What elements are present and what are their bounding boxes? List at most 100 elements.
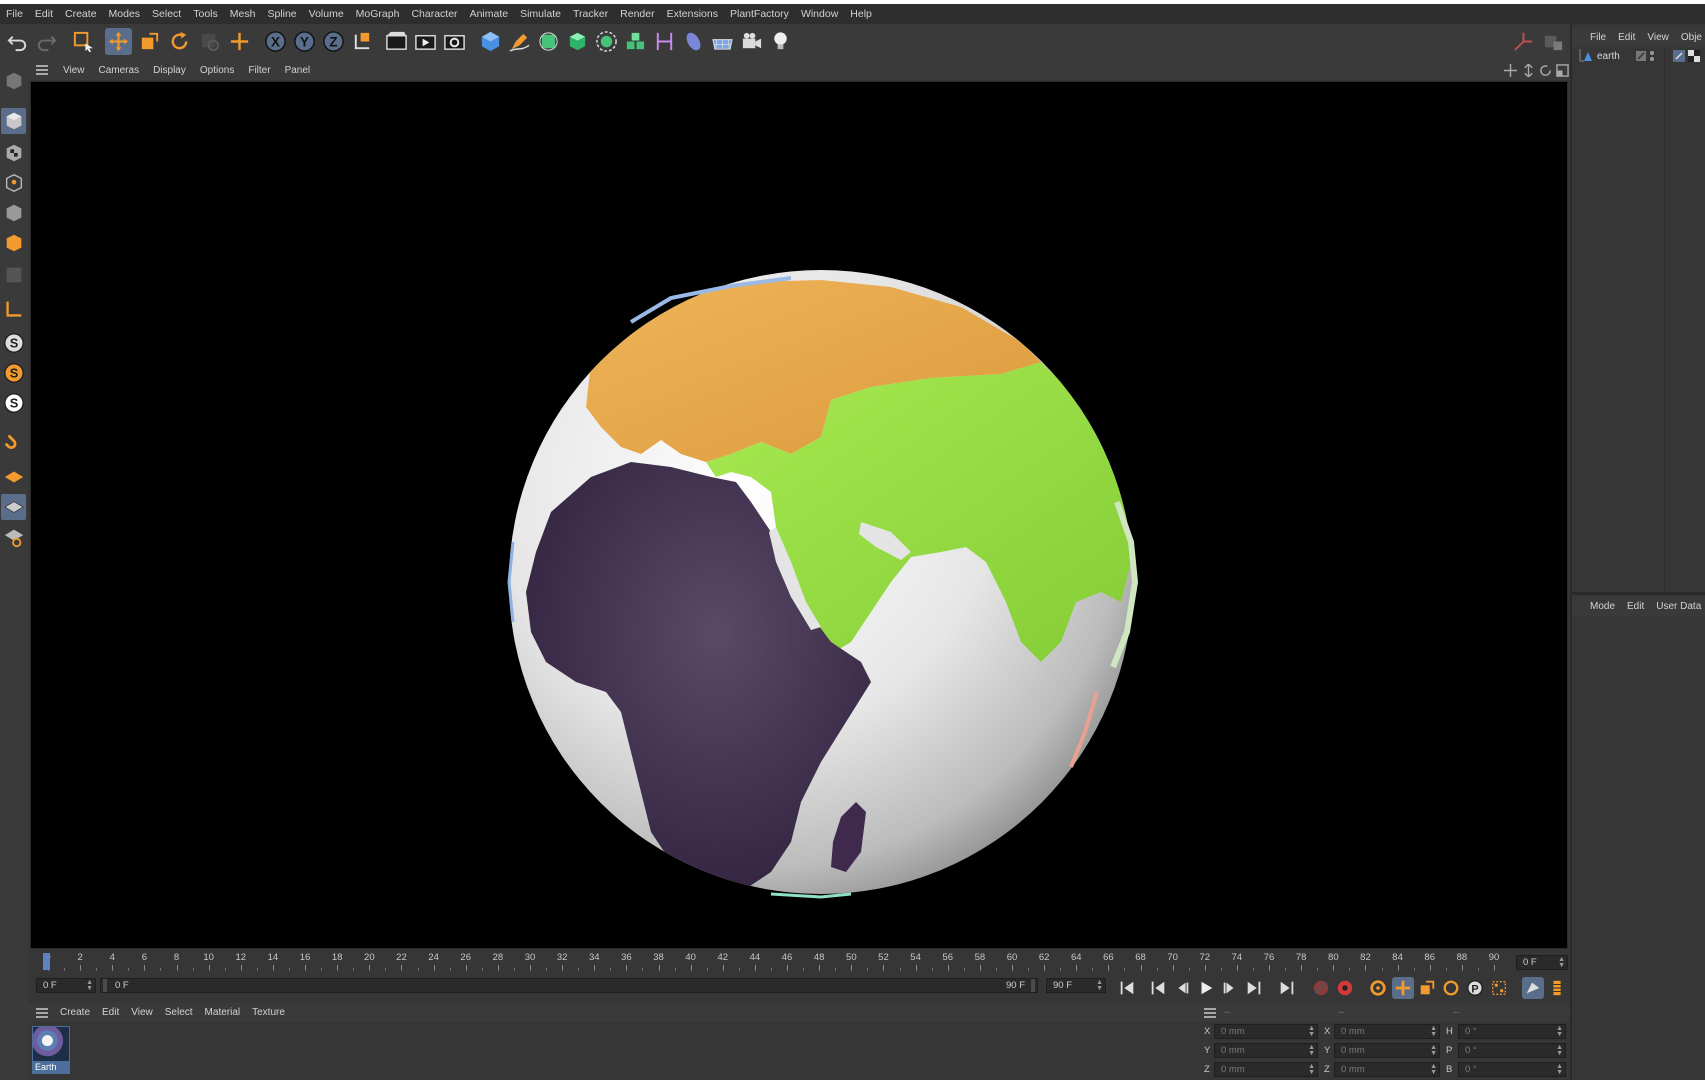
start-frame-field[interactable]: 0 F ▲ ▼ <box>36 978 96 993</box>
undo-icon[interactable] <box>4 28 31 55</box>
timeline-window-icon[interactable] <box>1546 977 1568 999</box>
camera-icon[interactable] <box>738 28 765 55</box>
material-earth[interactable]: Earth <box>32 1026 70 1074</box>
deformer-icon[interactable] <box>651 28 678 55</box>
axis-mode-icon[interactable] <box>1 296 26 322</box>
viewport-menu-view[interactable]: View <box>56 65 92 76</box>
texture-mode-icon[interactable] <box>1 140 26 166</box>
point-level-animation-icon[interactable] <box>1488 977 1510 999</box>
rotate-icon[interactable] <box>166 28 193 55</box>
menu-character[interactable]: Character <box>405 8 463 20</box>
redo-icon[interactable] <box>33 28 60 55</box>
snap-icon[interactable] <box>1510 28 1537 55</box>
soft-selection-icon[interactable]: S <box>1 360 26 386</box>
grid-snap-icon[interactable] <box>1 524 26 550</box>
floor-icon[interactable] <box>709 28 736 55</box>
coord-size-x-field[interactable]: 0 mm ▲ ▼ <box>1334 1024 1440 1039</box>
workplane-icon[interactable] <box>1540 28 1567 55</box>
cloner-icon[interactable] <box>593 28 620 55</box>
viewport-pan-icon[interactable] <box>1504 64 1517 77</box>
attribute-menu-edit[interactable]: Edit <box>1621 601 1650 612</box>
edges-mode-icon[interactable] <box>1 200 26 226</box>
menu-volume[interactable]: Volume <box>303 8 350 20</box>
timeline-playhead[interactable] <box>43 953 50 970</box>
object-menu-file[interactable]: File <box>1584 32 1612 43</box>
render-view-icon[interactable] <box>383 28 410 55</box>
pen-icon[interactable] <box>506 28 533 55</box>
timeline-ruler[interactable]: 0246810121416182022242628303234363840424… <box>28 950 1570 972</box>
menu-modes[interactable]: Modes <box>103 8 147 20</box>
menu-help[interactable]: Help <box>844 8 878 20</box>
coord-rot-p-field[interactable]: 0 ° ▲ ▼ <box>1458 1043 1566 1058</box>
visibility-dots-icon[interactable] <box>1649 50 1655 62</box>
previous-frame-icon[interactable] <box>1171 977 1193 999</box>
material-menu-texture[interactable]: Texture <box>246 1007 291 1018</box>
move-icon[interactable] <box>105 28 132 55</box>
coord-pos-z-field[interactable]: 0 mm ▲ ▼ <box>1214 1062 1318 1077</box>
parameter-key-icon[interactable]: P <box>1464 977 1486 999</box>
grid-icon[interactable] <box>1 494 26 520</box>
workplane-tool-icon[interactable] <box>1 464 26 490</box>
material-menu-view[interactable]: View <box>125 1007 159 1018</box>
attribute-menu-user-data[interactable]: User Data <box>1650 601 1705 612</box>
make-editable-icon[interactable] <box>1 68 26 94</box>
extrude-icon[interactable] <box>564 28 591 55</box>
previous-key-icon[interactable] <box>1147 977 1169 999</box>
lock-y-icon[interactable]: Y <box>291 28 318 55</box>
coordinate-system-icon[interactable] <box>349 28 376 55</box>
coord-pos-x-field[interactable]: 0 mm ▲ ▼ <box>1214 1024 1318 1039</box>
menu-create[interactable]: Create <box>59 8 103 20</box>
menu-tracker[interactable]: Tracker <box>567 8 614 20</box>
next-key-icon[interactable] <box>1243 977 1265 999</box>
layer-icon[interactable] <box>1636 51 1646 61</box>
cube-icon[interactable] <box>477 28 504 55</box>
subdivision-icon[interactable] <box>535 28 562 55</box>
viewport-menu-filter[interactable]: Filter <box>241 65 277 76</box>
light-icon[interactable] <box>767 28 794 55</box>
viewport-menu-options[interactable]: Options <box>193 65 241 76</box>
keyframe-selection-icon[interactable] <box>1367 977 1389 999</box>
range-handle-start[interactable] <box>103 979 107 992</box>
current-frame-field[interactable]: 0 F ▲ ▼ <box>1516 955 1568 970</box>
scale-key-icon[interactable] <box>1416 977 1438 999</box>
menu-tools[interactable]: Tools <box>187 8 224 20</box>
add-icon[interactable] <box>226 28 253 55</box>
spline-icon[interactable] <box>680 28 707 55</box>
recent-tool-icon[interactable] <box>196 28 223 55</box>
coordinates-menu-icon[interactable] <box>1204 1008 1216 1018</box>
play-icon[interactable] <box>1195 977 1217 999</box>
polygons-mode-icon[interactable] <box>1 230 26 256</box>
coord-rot-h-field[interactable]: 0 ° ▲ ▼ <box>1458 1024 1566 1039</box>
coord-size-z-field[interactable]: 0 mm ▲ ▼ <box>1334 1062 1440 1077</box>
material-menu-icon[interactable] <box>36 1007 48 1018</box>
coord-pos-y-field[interactable]: 0 mm ▲ ▼ <box>1214 1043 1318 1058</box>
menu-plantfactory[interactable]: PlantFactory <box>724 8 795 20</box>
coord-size-y-field[interactable]: 0 mm ▲ ▼ <box>1334 1043 1440 1058</box>
range-slider[interactable]: 0 F 90 F <box>100 978 1038 993</box>
range-handle-end[interactable] <box>1031 979 1035 992</box>
end-frame-field[interactable]: 90 F ▲ ▼ <box>1046 978 1106 993</box>
lock-x-icon[interactable]: X <box>262 28 289 55</box>
record-active-objects-icon[interactable] <box>1310 977 1332 999</box>
array-icon[interactable] <box>622 28 649 55</box>
material-menu-create[interactable]: Create <box>54 1007 96 1018</box>
menu-file[interactable]: File <box>0 8 29 20</box>
lock-z-icon[interactable]: Z <box>320 28 347 55</box>
menu-spline[interactable]: Spline <box>261 8 302 20</box>
viewport-orbit-icon[interactable] <box>1539 64 1552 77</box>
solo-icon[interactable]: S <box>1 390 26 416</box>
go-to-end-icon[interactable] <box>1276 977 1298 999</box>
attribute-menu-mode[interactable]: Mode <box>1584 601 1621 612</box>
menu-select[interactable]: Select <box>146 8 187 20</box>
viewport-menu-icon[interactable] <box>36 65 48 75</box>
coord-rot-b-field[interactable]: 0 ° ▲ ▼ <box>1458 1062 1566 1077</box>
object-column-divider[interactable] <box>1664 48 1665 593</box>
viewport-zoom-icon[interactable] <box>1522 64 1535 77</box>
next-frame-icon[interactable] <box>1219 977 1241 999</box>
rotation-key-icon[interactable] <box>1440 977 1462 999</box>
menu-mesh[interactable]: Mesh <box>224 8 262 20</box>
viewport-maximize-icon[interactable] <box>1556 64 1569 77</box>
object-menu-edit[interactable]: Edit <box>1612 32 1641 43</box>
material-menu-material[interactable]: Material <box>199 1007 247 1018</box>
material-menu-select[interactable]: Select <box>159 1007 199 1018</box>
